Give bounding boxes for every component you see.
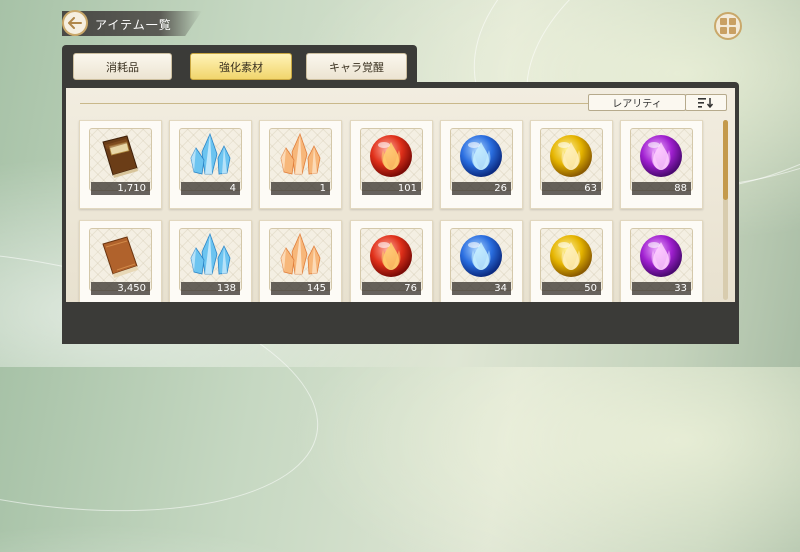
tab-consumables[interactable]: 消耗品	[73, 53, 172, 80]
scrollbar-thumb[interactable]	[723, 120, 728, 200]
item-count: 63	[542, 182, 601, 195]
item-slot[interactable]: 26	[440, 120, 523, 209]
panel-footer	[62, 302, 739, 344]
sort-order-button[interactable]	[685, 94, 727, 111]
grid-icon	[720, 18, 727, 25]
item-slot[interactable]: 1	[259, 120, 342, 209]
item-slot[interactable]: 88	[620, 120, 703, 209]
page-title: アイテム一覧	[95, 18, 172, 32]
blue-crystal-icon	[183, 228, 238, 287]
item-count: 138	[181, 282, 240, 295]
blue-crystal-icon	[183, 128, 238, 187]
back-arrow-icon	[68, 17, 82, 29]
divider	[80, 103, 590, 104]
yellow-orb-icon	[544, 128, 599, 187]
item-slot[interactable]: 145	[259, 220, 342, 309]
menu-button[interactable]	[714, 12, 742, 40]
yellow-orb-icon	[544, 228, 599, 287]
item-count: 3,450	[91, 282, 150, 295]
orange-book-icon	[93, 228, 148, 287]
item-slot[interactable]: 1,710	[79, 120, 162, 209]
item-slot[interactable]: 34	[440, 220, 523, 309]
item-count: 26	[452, 182, 511, 195]
orange-crystal-icon	[273, 128, 328, 187]
item-slot[interactable]: 3,450	[79, 220, 162, 309]
item-count: 88	[632, 182, 691, 195]
purple-orb-icon	[634, 228, 689, 287]
item-slot[interactable]: 33	[620, 220, 703, 309]
item-count: 145	[271, 282, 330, 295]
item-count: 50	[542, 282, 601, 295]
item-count: 4	[181, 182, 240, 195]
red-orb-icon	[364, 228, 419, 287]
item-count: 1	[271, 182, 330, 195]
item-count: 1,710	[91, 182, 150, 195]
item-count: 34	[452, 282, 511, 295]
sort-order-icon	[698, 97, 714, 108]
item-slot[interactable]: 76	[350, 220, 433, 309]
grid-icon	[729, 27, 736, 34]
item-count: 101	[362, 182, 421, 195]
grid-icon	[729, 18, 736, 25]
orange-crystal-icon	[273, 228, 328, 287]
item-slot[interactable]: 63	[530, 120, 613, 209]
blue-orb-icon	[454, 128, 509, 187]
brown-book-icon	[93, 128, 148, 187]
item-slot[interactable]: 138	[169, 220, 252, 309]
grid-icon	[720, 27, 727, 34]
item-slot[interactable]: 50	[530, 220, 613, 309]
sort-dropdown[interactable]: レアリティ	[588, 94, 686, 111]
red-orb-icon	[364, 128, 419, 187]
purple-orb-icon	[634, 128, 689, 187]
item-slot[interactable]: 4	[169, 120, 252, 209]
item-count: 76	[362, 282, 421, 295]
item-slot[interactable]: 101	[350, 120, 433, 209]
tab-character-awakening[interactable]: キャラ覚醒	[306, 53, 407, 80]
back-button[interactable]	[62, 10, 88, 36]
tab-enhance-materials[interactable]: 強化素材	[190, 53, 292, 80]
blue-orb-icon	[454, 228, 509, 287]
item-count: 33	[632, 282, 691, 295]
